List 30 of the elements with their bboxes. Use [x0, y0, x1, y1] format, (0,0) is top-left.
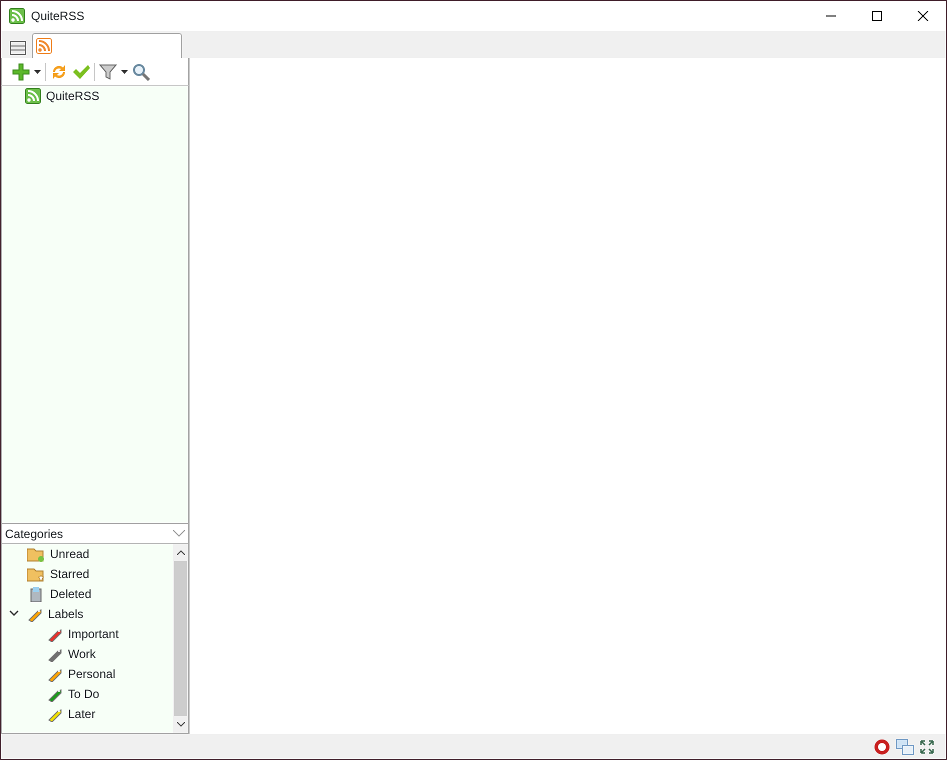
category-item[interactable]: Important: [2, 624, 173, 644]
chevron-icon[interactable]: [173, 530, 185, 537]
folder-icon: [27, 566, 45, 582]
stop-icon[interactable]: [874, 738, 890, 754]
category-item[interactable]: Later: [2, 704, 173, 724]
scroll-up-icon[interactable]: [176, 550, 184, 555]
scrollbar[interactable]: [173, 544, 188, 733]
category-item[interactable]: Starred: [2, 564, 173, 584]
maximize-icon[interactable]: [871, 11, 883, 21]
app-icon: [9, 8, 25, 24]
search-icon[interactable]: [132, 62, 150, 80]
window-title: QuiteRSS: [31, 8, 84, 25]
list-icon[interactable]: [10, 40, 26, 54]
category-item[interactable]: To Do: [2, 684, 173, 704]
close-icon[interactable]: [917, 11, 929, 21]
filter-icon[interactable]: [99, 62, 117, 80]
caret-icon[interactable]: [34, 70, 41, 74]
fullscreen-icon[interactable]: [920, 740, 934, 754]
caret-icon[interactable]: [121, 70, 128, 74]
category-item[interactable]: Work: [2, 644, 173, 664]
checkmark-icon[interactable]: [72, 64, 90, 80]
categories-title: Categories: [5, 526, 64, 542]
scroll-down-icon[interactable]: [176, 722, 184, 727]
folder-icon: [27, 546, 45, 562]
category-item[interactable]: Personal: [2, 664, 173, 684]
add-feed-icon[interactable]: [12, 62, 30, 80]
category-item[interactable]: Labels: [2, 604, 173, 624]
category-item[interactable]: Deleted: [2, 584, 173, 604]
feed-item[interactable]: QuiteRSS: [2, 86, 188, 106]
category-item[interactable]: Unread: [2, 544, 173, 564]
